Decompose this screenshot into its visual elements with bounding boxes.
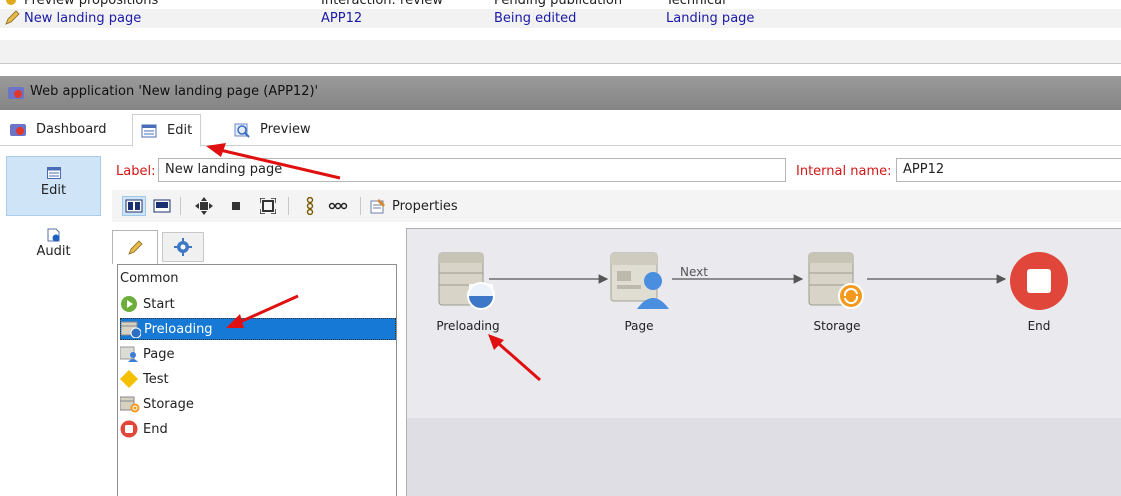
- fit-button[interactable]: [192, 196, 216, 216]
- palette-item-test[interactable]: Test: [120, 368, 396, 390]
- end-icon: [120, 420, 138, 438]
- palette-item-label: Page: [143, 346, 175, 362]
- nav-audit-button[interactable]: Audit: [6, 218, 101, 278]
- palette-item-label: Preloading: [144, 321, 213, 337]
- start-icon: [120, 295, 138, 313]
- move-icon: [195, 197, 213, 215]
- palette-item-storage[interactable]: Storage: [119, 393, 396, 415]
- nav-label: Edit: [40, 183, 67, 198]
- page-icon: [119, 345, 138, 363]
- node-storage[interactable]: [807, 251, 867, 311]
- row-name: New landing page: [24, 11, 142, 26]
- palette-header: Common: [120, 271, 179, 286]
- pencil-icon: [4, 10, 20, 30]
- properties-label: Properties: [392, 198, 458, 214]
- layout-vertical-icon: [125, 199, 143, 213]
- row-status: Interaction: review: [321, 0, 444, 8]
- zoom-fit-button[interactable]: [256, 196, 280, 216]
- page-node-icon: [610, 252, 669, 309]
- nav-edit-button[interactable]: Edit: [6, 156, 101, 216]
- row-status: APP12: [321, 11, 363, 26]
- label-field[interactable]: New landing page: [158, 158, 786, 182]
- horizontal-chain-icon: [328, 202, 348, 210]
- test-icon: [120, 370, 138, 388]
- layout-horizontal-button[interactable]: [150, 196, 174, 216]
- internal-name-field[interactable]: APP12: [896, 158, 1121, 182]
- window-title: Web application 'New landing page (APP12…: [30, 84, 319, 99]
- row-state: Pending publication: [494, 0, 623, 8]
- tab-settings[interactable]: [162, 232, 204, 262]
- list-footer: [0, 40, 1121, 64]
- end-node-icon: [1010, 252, 1068, 310]
- edit-icon: [46, 167, 61, 179]
- storage-icon: [119, 395, 140, 413]
- tab-preview[interactable]: Preview: [226, 114, 319, 145]
- palette-item-start[interactable]: Start: [120, 293, 396, 315]
- palette-item-label: Start: [143, 296, 175, 312]
- properties-icon: [370, 199, 385, 214]
- node-page[interactable]: [609, 251, 671, 311]
- dashboard-icon: [10, 123, 26, 137]
- window-titlebar: Web application 'New landing page (APP12…: [0, 76, 1121, 110]
- pencil-icon: [128, 239, 143, 255]
- row-category: Technical: [666, 0, 726, 8]
- storage-node-icon: [808, 252, 864, 309]
- row-name: Preview propositions: [24, 0, 159, 8]
- node-label: Page: [624, 319, 654, 333]
- tab-bar: Dashboard Edit Preview: [0, 110, 1121, 147]
- toolbar-separator: [180, 197, 181, 215]
- edit-icon: [141, 124, 157, 138]
- toolbar-separator: [360, 197, 361, 215]
- preloading-icon: [120, 320, 142, 339]
- node-end[interactable]: [1009, 251, 1069, 311]
- node-label: End: [1027, 319, 1051, 333]
- palette-item-label: Test: [143, 371, 169, 387]
- nav-label: Audit: [36, 244, 71, 259]
- activity-palette: Common Start Preloading Page Test Storag…: [117, 264, 397, 496]
- layout-horizontal-icon: [153, 199, 171, 213]
- align-vertical-button[interactable]: [302, 196, 318, 216]
- left-navigation: Edit Audit: [0, 146, 108, 496]
- row-state: Being edited: [494, 11, 577, 26]
- palette-item-preloading[interactable]: Preloading: [120, 318, 396, 340]
- fit-page-icon: [260, 198, 276, 214]
- tab-label: Dashboard: [36, 122, 107, 137]
- transition-label: Next: [680, 265, 708, 279]
- web-app-icon: [8, 86, 24, 104]
- palette-item-label: Storage: [143, 396, 194, 412]
- row-category: Landing page: [666, 11, 755, 26]
- tab-label: Edit: [167, 123, 193, 138]
- palette-item-page[interactable]: Page: [119, 343, 396, 365]
- tab-dashboard[interactable]: Dashboard: [2, 114, 115, 145]
- gear-icon: [174, 238, 192, 256]
- square-icon: [232, 202, 240, 210]
- palette-item-end[interactable]: End: [120, 418, 396, 440]
- toolbar: Properties: [112, 190, 1121, 222]
- list-row[interactable]: New landing page APP12 Being edited Land…: [0, 9, 1121, 28]
- tab-activities[interactable]: [112, 230, 158, 264]
- internal-name-caption: Internal name:: [796, 164, 892, 179]
- vertical-chain-icon: [306, 197, 314, 215]
- node-label: Storage: [813, 319, 861, 333]
- properties-button[interactable]: Properties: [370, 196, 480, 216]
- campaign-list: Preview propositions Interaction: review…: [0, 0, 1121, 30]
- tab-label: Preview: [260, 122, 311, 137]
- align-horizontal-button[interactable]: [326, 196, 350, 216]
- palette-item-label: End: [143, 421, 168, 437]
- node-label: Preloading: [436, 319, 500, 333]
- node-preloading[interactable]: [437, 251, 497, 311]
- label-caption: Label:: [116, 164, 156, 179]
- preloading-node-icon: [438, 252, 495, 310]
- layout-vertical-button[interactable]: [122, 196, 146, 216]
- tab-edit[interactable]: Edit: [132, 114, 202, 147]
- audit-icon: [47, 228, 61, 242]
- canvas-footer: [407, 418, 1121, 496]
- magnifier-icon: [234, 123, 250, 138]
- palette-tabs: [112, 226, 406, 264]
- toolbar-separator: [288, 197, 289, 215]
- normal-size-button[interactable]: [226, 196, 246, 216]
